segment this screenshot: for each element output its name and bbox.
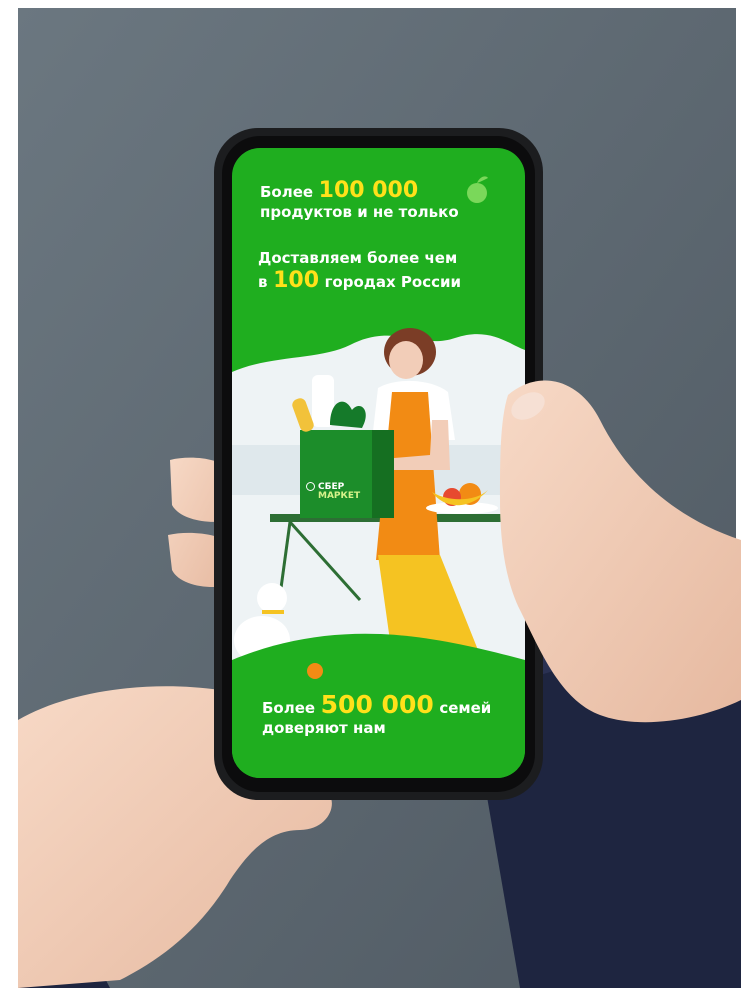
promo-delivery: Доставляем более чем в 100 городах Росси… <box>258 249 462 294</box>
grocery-bag-side <box>372 430 394 518</box>
promo-products: Более 100 000 продуктов и не только <box>260 178 459 222</box>
promo-line4-number: 100 <box>273 267 320 293</box>
promo-line3: Доставляем более чем <box>258 249 458 267</box>
promo-line4-suffix: городах России <box>324 272 462 291</box>
dog-head <box>257 583 287 613</box>
photo-scene <box>18 8 741 988</box>
promo-line4-prefix: в <box>258 272 268 291</box>
promo-line5-number: 500 000 <box>320 690 434 719</box>
promo-families: Более 500 000 семей доверяют нам <box>262 690 491 737</box>
promo-line1-number: 100 000 <box>318 178 419 203</box>
promo-line6: доверяют нам <box>262 718 386 737</box>
dog-collar <box>262 610 284 614</box>
apple-icon <box>467 183 487 203</box>
check-ring-icon <box>306 482 315 491</box>
woman-face <box>389 341 423 379</box>
bag-brand-logo: СБЕР МАРКЕТ <box>306 482 360 502</box>
orange-dot <box>307 663 323 679</box>
bag-brand-bottom: МАРКЕТ <box>318 491 361 502</box>
promo-line5-suffix: семей <box>439 699 492 717</box>
promo-line5-prefix: Более <box>262 699 316 717</box>
promo-line2: продуктов и не только <box>260 202 459 221</box>
grocery-bag <box>300 430 380 518</box>
promo-line1-prefix: Более <box>260 183 314 201</box>
